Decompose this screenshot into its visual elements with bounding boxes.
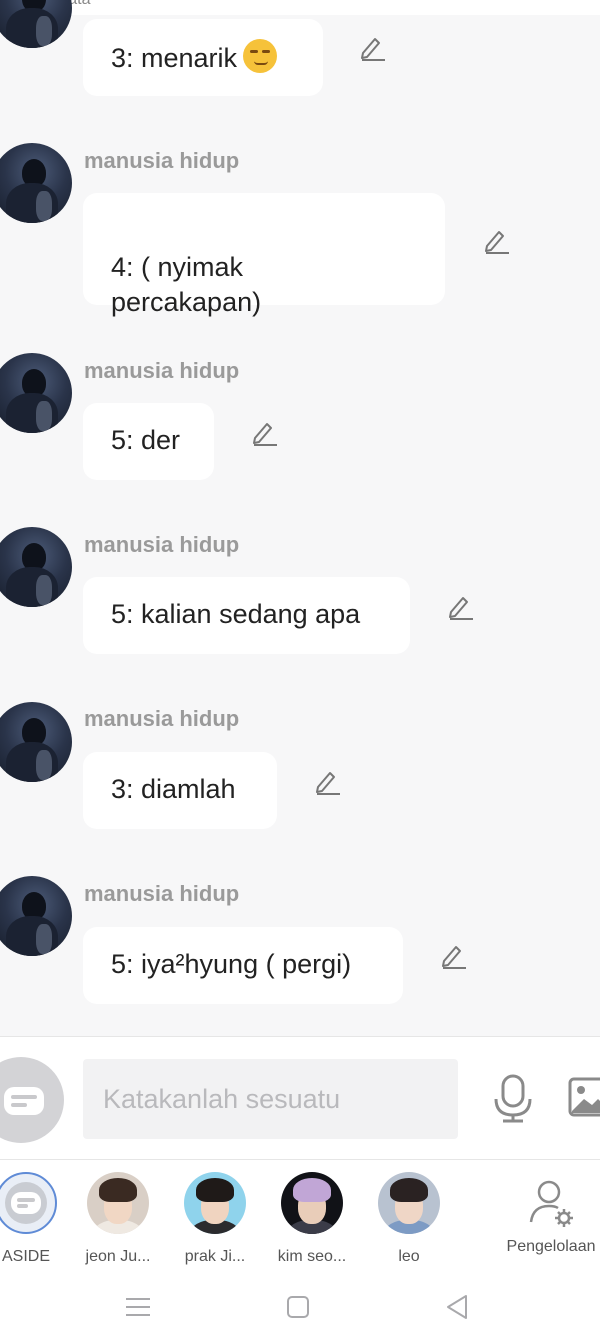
message-bubble[interactable]: 3: menarik [83, 19, 323, 96]
contact-item[interactable]: leo [361, 1172, 457, 1266]
username: manusia hidup [84, 358, 240, 383]
message-text: 4: ( nyimak percakapan) [111, 252, 262, 317]
username: manusia hidup [84, 148, 240, 173]
image-icon[interactable] [568, 1077, 600, 1117]
message-input-bar [0, 1036, 600, 1160]
edit-icon[interactable] [446, 592, 474, 620]
message-input[interactable] [83, 1059, 458, 1139]
avatar[interactable] [0, 143, 72, 223]
edit-icon[interactable] [439, 941, 467, 969]
avatar [378, 1172, 440, 1234]
contact-name: jeon Ju... [85, 1248, 151, 1265]
contact-strip: ASIDE jeon Ju... prak Ji... kim seo... l… [0, 1160, 600, 1280]
contact-aside[interactable]: ASIDE [0, 1172, 74, 1266]
message-text: 5: der [111, 425, 181, 455]
username: manusia hidup [84, 881, 240, 906]
edit-icon[interactable] [250, 418, 278, 446]
message-bubble[interactable]: 4: ( nyimak percakapan) [83, 193, 445, 317]
username: manusia hidup [84, 706, 240, 731]
manage-button[interactable]: Pengelolaan [499, 1172, 600, 1256]
message-bubble[interactable]: 5: iya²hyung ( pergi) [83, 927, 403, 1004]
contact-item[interactable]: kim seo... [264, 1172, 360, 1266]
microphone-icon[interactable] [490, 1073, 536, 1123]
avatar[interactable] [0, 353, 72, 433]
edit-icon[interactable] [482, 226, 510, 254]
message-text: 5: iya²hyung ( pergi) [111, 949, 352, 979]
message-bubble[interactable]: 3: diamlah [83, 752, 277, 829]
contact-item[interactable]: jeon Ju... [70, 1172, 166, 1266]
message-text: 5: kalian sedang apa [111, 599, 361, 629]
avatar [87, 1172, 149, 1234]
message-text: 3: menarik [111, 43, 238, 73]
contact-name: leo [398, 1248, 420, 1265]
aside-avatar [0, 1172, 57, 1234]
user-settings-icon [529, 1180, 573, 1227]
contact-name: prak Ji... [184, 1248, 246, 1265]
chat-message-list[interactable]: 3: menarik manusia hidup 4: ( nyimak per… [0, 0, 600, 1036]
avatar[interactable] [0, 0, 72, 48]
avatar[interactable] [0, 876, 72, 956]
avatar [184, 1172, 246, 1234]
system-navigation-bar [0, 1280, 600, 1335]
message-text: 3: diamlah [111, 774, 236, 804]
contact-item[interactable]: prak Ji... [167, 1172, 263, 1266]
back-triangle-icon[interactable] [442, 1292, 472, 1322]
edit-icon[interactable] [358, 33, 386, 61]
contact-name: ASIDE [1, 1248, 50, 1265]
username: manusia hidup [84, 532, 240, 557]
avatar [281, 1172, 343, 1234]
message-bubble[interactable]: 5: kalian sedang apa [83, 577, 410, 654]
aside-chat-button[interactable] [0, 1057, 64, 1143]
edit-icon[interactable] [313, 767, 341, 795]
chat-bubble-icon [4, 1087, 44, 1115]
avatar[interactable] [0, 527, 72, 607]
menu-icon[interactable] [123, 1292, 153, 1322]
chat-bubble-icon [11, 1192, 41, 1214]
contact-name: kim seo... [277, 1248, 347, 1265]
avatar[interactable] [0, 702, 72, 782]
smirking-face-emoji [243, 39, 278, 73]
contact-name: Pengelolaan [506, 1238, 596, 1255]
home-square-icon[interactable] [283, 1292, 313, 1322]
message-bubble[interactable]: 5: der [83, 403, 214, 480]
